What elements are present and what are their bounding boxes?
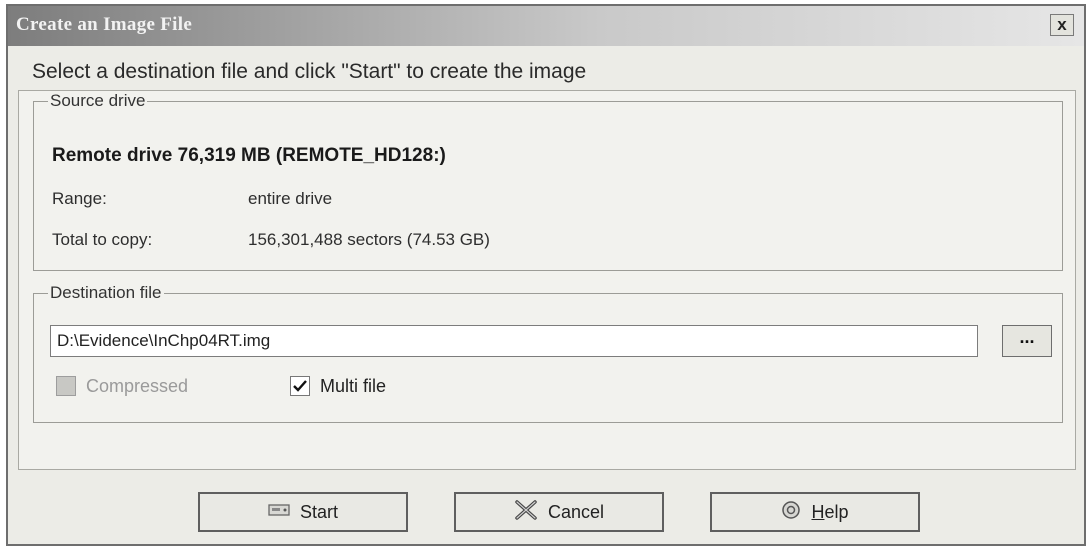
destination-file-group: Destination file ... Compressed Multi fi… — [33, 283, 1063, 423]
checkmark-icon — [293, 380, 307, 392]
browse-button[interactable]: ... — [1002, 325, 1052, 357]
source-drive-legend: Source drive — [50, 91, 146, 110]
instruction-text: Select a destination file and click "Sta… — [32, 60, 587, 83]
help-button[interactable]: Help — [710, 492, 920, 532]
cancel-label: Cancel — [547, 501, 605, 522]
help-label-rest: elp — [824, 501, 849, 522]
source-drive-name: Remote drive 76,319 MB (REMOTE_HD128:) — [52, 145, 446, 166]
title-bar[interactable]: Create an Image File x — [8, 6, 1084, 46]
destination-file-legend: Destination file — [50, 283, 162, 302]
compressed-label: Compressed — [86, 375, 189, 396]
total-to-copy-label: Total to copy: — [52, 230, 153, 249]
cancel-button[interactable]: Cancel — [454, 492, 664, 532]
range-value: entire drive — [248, 189, 333, 208]
start-button[interactable]: Start — [198, 492, 408, 532]
cancel-x-icon — [514, 499, 538, 525]
compressed-checkbox-box[interactable] — [56, 376, 76, 396]
help-label: Help — [811, 502, 848, 523]
help-hotkey: H — [811, 501, 825, 522]
total-to-copy-value: 156,301,488 sectors (74.53 GB) — [248, 230, 490, 249]
multi-file-label: Multi file — [320, 375, 387, 396]
compressed-checkbox[interactable]: Compressed — [56, 373, 188, 399]
drive-icon — [268, 502, 290, 523]
close-button[interactable]: x — [1050, 14, 1074, 36]
window-title: Create an Image File — [16, 14, 193, 35]
source-drive-group: Source drive Remote drive 76,319 MB (REM… — [33, 91, 1063, 271]
range-label: Range: — [52, 189, 107, 208]
destination-path-input[interactable] — [50, 325, 978, 357]
multi-file-checkbox[interactable]: Multi file — [290, 373, 386, 399]
multi-file-checkbox-box[interactable] — [290, 376, 310, 396]
start-label: Start — [299, 501, 338, 522]
help-icon — [781, 500, 801, 525]
create-image-dialog: Create an Image File x Select a destinat… — [6, 4, 1086, 546]
dialog-content: Source drive Remote drive 76,319 MB (REM… — [18, 90, 1076, 470]
